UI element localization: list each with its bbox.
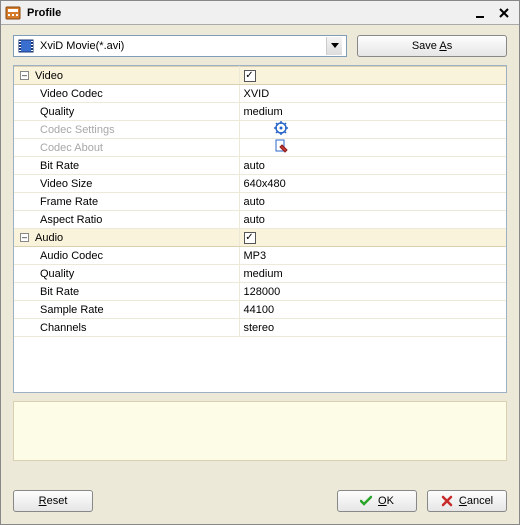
- save-as-button[interactable]: Save As: [357, 35, 507, 57]
- row-value[interactable]: 128000: [239, 283, 506, 301]
- cancel-label: Cancel: [459, 495, 493, 507]
- row-value[interactable]: auto: [239, 157, 506, 175]
- section-audio[interactable]: –Audio ✓: [14, 229, 506, 247]
- row-value[interactable]: 640x480: [239, 175, 506, 193]
- row-codec-settings[interactable]: Codec Settings: [14, 121, 506, 139]
- cancel-button[interactable]: Cancel: [427, 490, 507, 512]
- cross-icon: [441, 495, 453, 507]
- row-value[interactable]: medium: [239, 265, 506, 283]
- profile-dropdown[interactable]: XviD Movie(*.avi): [13, 35, 347, 57]
- reset-label: Reset: [39, 495, 68, 507]
- gear-icon[interactable]: [274, 121, 288, 135]
- row-video-codec[interactable]: Video Codec XVID: [14, 85, 506, 103]
- footer: Reset OK Cancel: [1, 480, 519, 524]
- profile-dropdown-text: XviD Movie(*.avi): [40, 40, 326, 52]
- row-value[interactable]: stereo: [239, 319, 506, 337]
- close-button[interactable]: [493, 4, 515, 22]
- row-aspect-ratio[interactable]: Aspect Ratio auto: [14, 211, 506, 229]
- row-audio-quality[interactable]: Quality medium: [14, 265, 506, 283]
- row-video-size[interactable]: Video Size 640x480: [14, 175, 506, 193]
- row-channels[interactable]: Channels stereo: [14, 319, 506, 337]
- chevron-down-icon: [326, 37, 342, 55]
- document-edit-icon[interactable]: [274, 139, 288, 153]
- row-label: Bit Rate: [18, 160, 79, 172]
- row-value[interactable]: medium: [239, 103, 506, 121]
- section-video-label: Video: [35, 70, 63, 82]
- row-label: Video Size: [18, 178, 92, 190]
- row-value[interactable]: auto: [239, 211, 506, 229]
- profile-dialog: Profile XviD Movie(*.avi): [0, 0, 520, 525]
- toolbar: XviD Movie(*.avi) Save As: [1, 25, 519, 65]
- ok-label: OK: [378, 495, 394, 507]
- row-video-bitrate[interactable]: Bit Rate auto: [14, 157, 506, 175]
- reset-button[interactable]: Reset: [13, 490, 93, 512]
- row-label: Codec About: [18, 142, 103, 154]
- row-value[interactable]: MP3: [239, 247, 506, 265]
- row-video-quality[interactable]: Quality medium: [14, 103, 506, 121]
- row-sample-rate[interactable]: Sample Rate 44100: [14, 301, 506, 319]
- row-label: Quality: [18, 268, 74, 280]
- row-value[interactable]: 44100: [239, 301, 506, 319]
- property-grid: –Video ✓ Video Codec XVID Quality medium…: [13, 65, 507, 393]
- row-label: Sample Rate: [18, 304, 104, 316]
- check-icon: [360, 495, 372, 507]
- collapse-icon[interactable]: –: [20, 71, 29, 80]
- save-as-label: Save As: [412, 40, 452, 52]
- film-icon: [18, 38, 34, 54]
- row-label: Audio Codec: [18, 250, 103, 262]
- row-audio-codec[interactable]: Audio Codec MP3: [14, 247, 506, 265]
- row-label: Bit Rate: [18, 286, 79, 298]
- description-panel: [13, 401, 507, 461]
- row-label: Aspect Ratio: [18, 214, 102, 226]
- row-label: Quality: [18, 106, 74, 118]
- row-label: Codec Settings: [18, 124, 115, 136]
- section-audio-label: Audio: [35, 232, 63, 244]
- row-label: Frame Rate: [18, 196, 98, 208]
- row-value[interactable]: auto: [239, 193, 506, 211]
- audio-enabled-checkbox[interactable]: ✓: [244, 232, 256, 244]
- row-label: Channels: [18, 322, 86, 334]
- row-label: Video Codec: [18, 88, 103, 100]
- ok-button[interactable]: OK: [337, 490, 417, 512]
- section-video[interactable]: –Video ✓: [14, 67, 506, 85]
- row-codec-about[interactable]: Codec About: [14, 139, 506, 157]
- app-icon: [5, 5, 21, 21]
- row-audio-bitrate[interactable]: Bit Rate 128000: [14, 283, 506, 301]
- title-bar: Profile: [1, 1, 519, 25]
- window-title: Profile: [27, 7, 467, 19]
- row-frame-rate[interactable]: Frame Rate auto: [14, 193, 506, 211]
- video-enabled-checkbox[interactable]: ✓: [244, 70, 256, 82]
- row-value[interactable]: XVID: [239, 85, 506, 103]
- minimize-button[interactable]: [469, 4, 491, 22]
- collapse-icon[interactable]: –: [20, 233, 29, 242]
